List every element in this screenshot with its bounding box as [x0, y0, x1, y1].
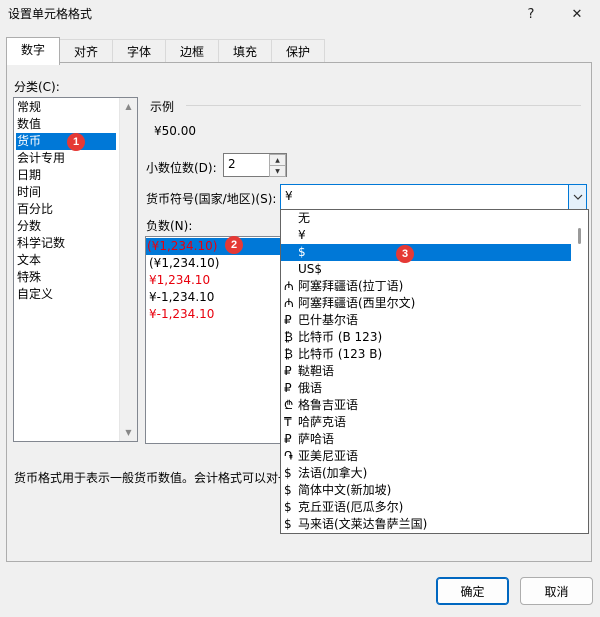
- dropdown-item[interactable]: US$: [281, 261, 572, 278]
- scroll-up-icon[interactable]: ▲: [120, 98, 137, 115]
- dropdown-item[interactable]: ¥: [281, 227, 572, 244]
- negative-item-selected[interactable]: (¥1,234.10): [146, 238, 280, 255]
- dropdown-item[interactable]: $ 简体中文(新加坡): [281, 482, 572, 499]
- tab-alignment[interactable]: 对齐: [59, 39, 113, 64]
- annotation-badge: 2: [225, 236, 243, 254]
- annotation-badge: 1: [67, 133, 85, 151]
- category-label: 分类(C):: [14, 80, 60, 94]
- category-item-selected[interactable]: 货币: [16, 133, 116, 150]
- dropdown-item[interactable]: ₽ 俄语: [281, 380, 572, 397]
- dropdown-scrollbar[interactable]: [571, 210, 588, 533]
- dropdown-item[interactable]: $ 马来语(文莱达鲁萨兰国): [281, 516, 572, 533]
- tab-fill[interactable]: 填充: [218, 39, 272, 64]
- ok-button[interactable]: 确定: [436, 577, 509, 605]
- close-button[interactable]: ✕: [554, 0, 600, 28]
- category-item[interactable]: 数值: [16, 116, 41, 133]
- negative-label: 负数(N):: [146, 219, 193, 233]
- dropdown-item[interactable]: $ 法语(加拿大): [281, 465, 572, 482]
- currency-dropdown-list[interactable]: 无 ¥ $ US$ ₼ 阿塞拜疆语(拉丁语) ₼ 阿塞拜疆语(西里尔文) ₽ 巴什基尔…: [280, 209, 589, 534]
- currency-symbol-value[interactable]: ¥: [285, 189, 293, 203]
- category-item[interactable]: 文本: [16, 252, 41, 269]
- sample-value: ¥50.00: [154, 124, 196, 138]
- negative-list[interactable]: (¥1,234.10) (¥1,234.10) ¥1,234.10 ¥-1,23…: [145, 236, 284, 444]
- dropdown-item[interactable]: ₿ 比特币 (123 B): [281, 346, 572, 363]
- category-item[interactable]: 会计专用: [16, 150, 65, 167]
- currency-symbol-label: 货币符号(国家/地区)(S):: [146, 192, 277, 206]
- dropdown-item[interactable]: ₼ 阿塞拜疆语(拉丁语): [281, 278, 572, 295]
- category-item[interactable]: 自定义: [16, 286, 53, 303]
- dropdown-item[interactable]: ₼ 阿塞拜疆语(西里尔文): [281, 295, 572, 312]
- category-item[interactable]: 科学记数: [16, 235, 65, 252]
- dropdown-item[interactable]: $ 克丘亚语(厄瓜多尔): [281, 499, 572, 516]
- sample-group-line: [186, 105, 581, 106]
- dropdown-item[interactable]: ₽ 鞑靼语: [281, 363, 572, 380]
- tab-protection[interactable]: 保护: [271, 39, 325, 64]
- dropdown-item[interactable]: 无: [281, 210, 572, 227]
- category-item[interactable]: 百分比: [16, 201, 53, 218]
- category-scrollbar[interactable]: ▲ ▼: [119, 98, 137, 441]
- cancel-button[interactable]: 取消: [520, 577, 593, 605]
- sample-label: 示例: [150, 100, 175, 114]
- dropdown-item[interactable]: ֏ 亚美尼亚语: [281, 448, 572, 465]
- dropdown-item[interactable]: ₽ 萨哈语: [281, 431, 572, 448]
- tab-font[interactable]: 字体: [112, 39, 166, 64]
- dropdown-item[interactable]: ₸ 哈萨克语: [281, 414, 572, 431]
- dropdown-item-selected[interactable]: $: [281, 244, 572, 261]
- dropdown-item[interactable]: ₾ 格鲁吉亚语: [281, 397, 572, 414]
- dropdown-scroll-thumb[interactable]: [578, 228, 581, 244]
- decimal-places-label: 小数位数(D):: [146, 161, 217, 175]
- decimal-places-value[interactable]: 2: [228, 157, 236, 171]
- help-button[interactable]: ?: [508, 0, 554, 28]
- dropdown-item[interactable]: ₿ 比特币 (B 123): [281, 329, 572, 346]
- category-item[interactable]: 分数: [16, 218, 41, 235]
- negative-item[interactable]: (¥1,234.10): [148, 255, 219, 272]
- dropdown-item[interactable]: ₽ 巴什基尔语: [281, 312, 572, 329]
- format-description: 货币格式用于表示一般货币数值。会计格式可以对一: [14, 471, 280, 485]
- decimal-places-spinner[interactable]: 2 ▲ ▼: [223, 153, 287, 177]
- category-item[interactable]: 常规: [16, 99, 41, 116]
- tab-number[interactable]: 数字: [6, 37, 60, 65]
- currency-symbol-combo[interactable]: ¥: [280, 184, 587, 210]
- dialog-title: 设置单元格格式: [8, 7, 93, 21]
- category-item[interactable]: 特殊: [16, 269, 41, 286]
- chevron-down-icon[interactable]: [568, 184, 587, 210]
- annotation-badge: 3: [396, 245, 414, 263]
- category-item[interactable]: 日期: [16, 167, 41, 184]
- title-bar: 设置单元格格式 ? ✕: [0, 0, 600, 28]
- tab-border[interactable]: 边框: [165, 39, 219, 64]
- negative-item[interactable]: ¥-1,234.10: [148, 289, 214, 306]
- spin-down-icon[interactable]: ▼: [269, 165, 286, 177]
- category-item[interactable]: 时间: [16, 184, 41, 201]
- negative-item[interactable]: ¥-1,234.10: [148, 306, 214, 323]
- negative-item[interactable]: ¥1,234.10: [148, 272, 210, 289]
- scroll-down-icon[interactable]: ▼: [120, 424, 137, 441]
